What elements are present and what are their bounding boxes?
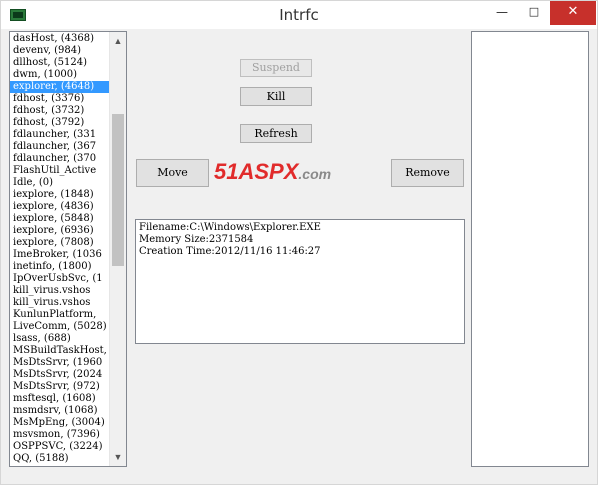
process-list-items: dasHost, (4368) devenv, (984) dllhost, (51… bbox=[10, 33, 111, 465]
process-list-item[interactable]: dwm, (1000) bbox=[10, 69, 111, 81]
process-list-item[interactable]: fdlauncher, (367 bbox=[10, 141, 111, 153]
watermark-domain: .com bbox=[298, 166, 332, 182]
title-bar[interactable]: Intrfc — □ ✕ bbox=[1, 1, 597, 29]
process-list-item[interactable]: lsass, (688) bbox=[10, 333, 111, 345]
process-list-item[interactable]: LiveComm, (5028) bbox=[10, 321, 111, 333]
right-panel bbox=[471, 31, 589, 467]
suspend-button[interactable]: Suspend bbox=[240, 59, 312, 77]
process-list-item[interactable]: fdhost, (3732) bbox=[10, 105, 111, 117]
process-list-item[interactable]: kill_virus.vshos bbox=[10, 285, 111, 297]
process-list-item[interactable]: msmdsrv, (1068) bbox=[10, 405, 111, 417]
process-list-item[interactable]: iexplore, (7808) bbox=[10, 237, 111, 249]
scroll-up-icon[interactable]: ▲ bbox=[110, 33, 126, 49]
maximize-button[interactable]: □ bbox=[518, 1, 550, 25]
process-list-item[interactable]: fdhost, (3376) bbox=[10, 93, 111, 105]
process-list-item[interactable]: MsDtsSrvr, (2024 bbox=[10, 369, 111, 381]
kill-button[interactable]: Kill bbox=[240, 87, 312, 106]
watermark-number: 51 bbox=[214, 159, 239, 184]
move-button[interactable]: Move bbox=[136, 159, 209, 187]
process-list-item[interactable]: IpOverUsbSvc, (1 bbox=[10, 273, 111, 285]
process-list-item[interactable]: kill_virus.vshos bbox=[10, 297, 111, 309]
process-list-item[interactable]: MsMpEng, (3004) bbox=[10, 417, 111, 429]
scroll-thumb[interactable] bbox=[112, 114, 124, 266]
process-list-item[interactable]: iexplore, (6936) bbox=[10, 225, 111, 237]
process-list-item[interactable]: iexplore, (1848) bbox=[10, 189, 111, 201]
process-list-item[interactable]: inetinfo, (1800) bbox=[10, 261, 111, 273]
process-list-item[interactable]: Idle, (0) bbox=[10, 177, 111, 189]
scroll-down-icon[interactable]: ▼ bbox=[110, 449, 126, 465]
process-list-item[interactable]: fdhost, (3792) bbox=[10, 117, 111, 129]
watermark-brand: ASPX bbox=[238, 159, 299, 184]
vertical-scrollbar[interactable]: ▲ ▼ bbox=[109, 32, 126, 466]
app-window: Intrfc — □ ✕ dasHost, (4368) devenv, (984… bbox=[0, 0, 598, 485]
process-list-item[interactable]: MsDtsSrvr, (972) bbox=[10, 381, 111, 393]
process-list-item[interactable]: MsDtsSrvr, (1960 bbox=[10, 357, 111, 369]
watermark-logo: 51ASPX.com bbox=[214, 159, 354, 185]
process-list-item[interactable]: msftesql, (1608) bbox=[10, 393, 111, 405]
process-list-item[interactable]: explorer, (4648) bbox=[10, 81, 111, 93]
info-filename: Filename:C:\Windows\Explorer.EXE bbox=[139, 222, 321, 233]
minimize-button[interactable]: — bbox=[486, 1, 518, 25]
info-creation-time: Creation Time:2012/11/16 11:46:27 bbox=[139, 246, 321, 257]
process-list-item[interactable]: QQ, (5188) bbox=[10, 453, 111, 465]
remove-button[interactable]: Remove bbox=[391, 159, 464, 187]
process-list-item[interactable]: devenv, (984) bbox=[10, 45, 111, 57]
process-list-item[interactable]: dasHost, (4368) bbox=[10, 33, 111, 45]
process-list-item[interactable]: iexplore, (5848) bbox=[10, 213, 111, 225]
process-list-item[interactable]: iexplore, (4836) bbox=[10, 201, 111, 213]
process-list-item[interactable]: OSPPSVC, (3224) bbox=[10, 441, 111, 453]
process-list-item[interactable]: fdlauncher, (370 bbox=[10, 153, 111, 165]
process-list-item[interactable]: dllhost, (5124) bbox=[10, 57, 111, 69]
info-memory-size: Memory Size:2371584 bbox=[139, 234, 254, 245]
process-info-box[interactable]: Filename:C:\Windows\Explorer.EXE Memory … bbox=[135, 219, 465, 344]
process-list-item[interactable]: FlashUtil_Active bbox=[10, 165, 111, 177]
refresh-button[interactable]: Refresh bbox=[240, 124, 312, 143]
close-button[interactable]: ✕ bbox=[550, 1, 596, 25]
process-list-item[interactable]: fdlauncher, (331 bbox=[10, 129, 111, 141]
control-pane: Suspend Kill Refresh Move Remove 51ASPX.… bbox=[134, 31, 470, 467]
process-list-item[interactable]: MSBuildTaskHost, bbox=[10, 345, 111, 357]
process-list-item[interactable]: ImeBroker, (1036 bbox=[10, 249, 111, 261]
process-list-item[interactable]: msvsmon, (7396) bbox=[10, 429, 111, 441]
process-list-item[interactable]: KunlunPlatform, bbox=[10, 309, 111, 321]
process-listbox[interactable]: dasHost, (4368) devenv, (984) dllhost, (51… bbox=[9, 31, 127, 467]
